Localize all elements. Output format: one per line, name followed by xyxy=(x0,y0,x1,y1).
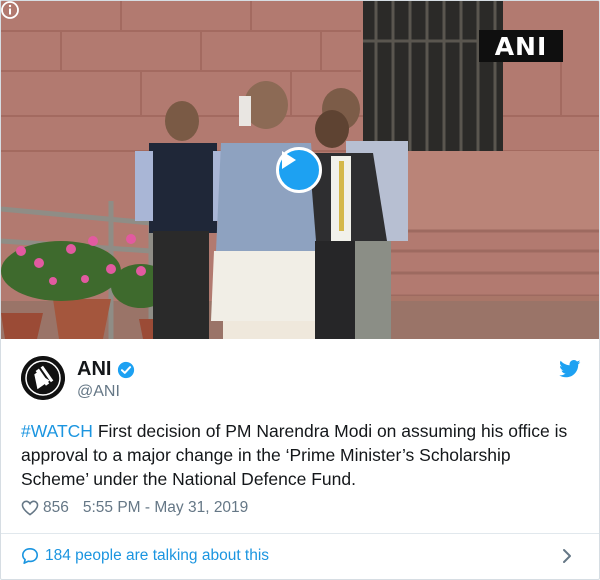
tweet-body: First decision of PM Narendra Modi on as… xyxy=(21,421,568,489)
play-button[interactable] xyxy=(276,147,322,193)
avatar[interactable] xyxy=(21,356,65,400)
hashtag-link[interactable]: #WATCH xyxy=(21,421,93,441)
twitter-bird-icon[interactable] xyxy=(559,360,581,378)
conversation-label: 184 people are talking about this xyxy=(45,547,270,564)
tweet-meta: 856 5:55 PM - May 31, 2019 xyxy=(21,498,248,518)
chevron-right-icon xyxy=(563,549,571,563)
ani-watermark: ANI xyxy=(479,30,563,62)
divider xyxy=(1,533,599,534)
tweet-text: #WATCH First decision of PM Narendra Mod… xyxy=(21,419,581,491)
author-name[interactable]: ANI xyxy=(77,358,135,381)
video-media[interactable]: ANI xyxy=(1,1,599,339)
heart-icon[interactable] xyxy=(21,500,39,516)
tweet-header: ANI @ANI xyxy=(21,356,581,406)
speech-bubble-icon xyxy=(21,547,39,565)
tweet-card: ANI ANI @ANI #WATCH First decision of PM… xyxy=(0,0,600,580)
play-icon xyxy=(282,151,296,169)
author-name-label: ANI xyxy=(77,358,112,380)
verified-badge-icon xyxy=(118,361,135,378)
conversation-link[interactable]: 184 people are talking about this xyxy=(21,544,581,568)
ani-logo-icon xyxy=(21,356,65,400)
info-icon[interactable] xyxy=(1,1,19,19)
author-handle[interactable]: @ANI xyxy=(77,383,120,401)
like-count: 856 xyxy=(43,499,69,516)
tweet-timestamp[interactable]: 5:55 PM - May 31, 2019 xyxy=(83,499,248,517)
